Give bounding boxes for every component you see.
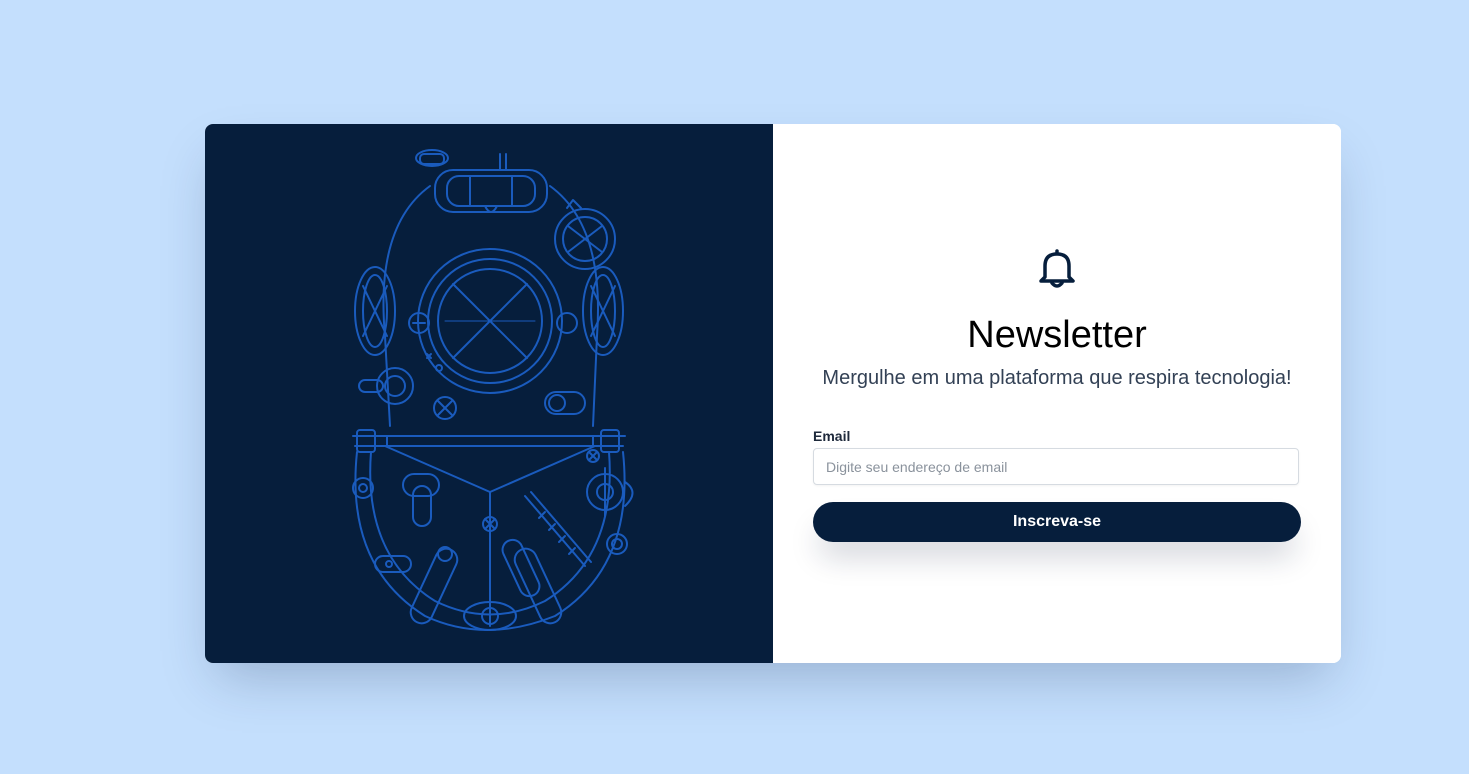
newsletter-subtitle: Mergulhe em uma plataforma que respira t… (822, 367, 1292, 389)
bell-icon (1039, 249, 1075, 288)
newsletter-title: Newsletter (967, 314, 1147, 356)
newsletter-form-panel: Newsletter Mergulhe em uma plataforma qu… (773, 124, 1341, 663)
email-input[interactable] (813, 448, 1299, 485)
diving-helmet-illustration (352, 149, 634, 631)
email-label: Email (813, 428, 851, 444)
illustration-panel (205, 124, 773, 663)
newsletter-card: Newsletter Mergulhe em uma plataforma qu… (205, 124, 1341, 663)
subscribe-button[interactable]: Inscreva-se (813, 502, 1301, 542)
